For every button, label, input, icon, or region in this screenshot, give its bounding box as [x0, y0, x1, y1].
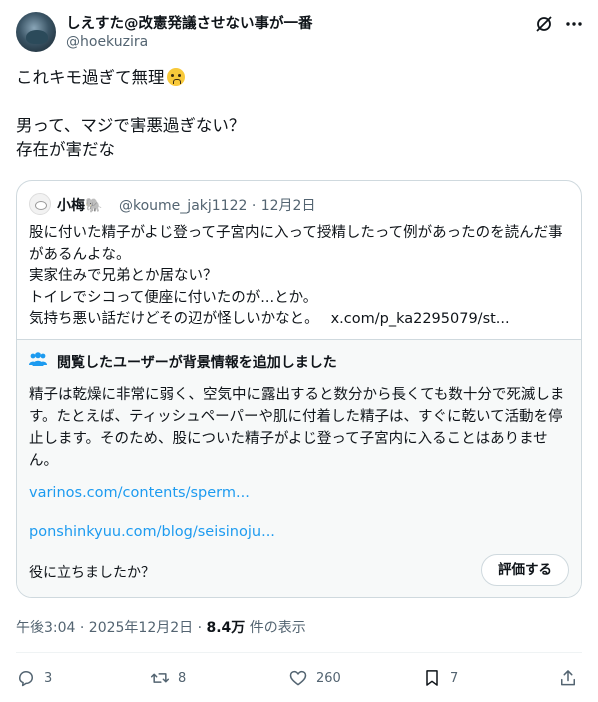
- post-line1: これキモ過ぎて無理: [16, 68, 165, 87]
- post-text: これキモ過ぎて無理 男って、マジで害悪過ぎない？ 存在が害だな: [16, 66, 582, 162]
- author-avatar[interactable]: [16, 12, 56, 52]
- helpful-question: 役に立ちましたか？: [29, 565, 155, 581]
- community-note: 閲覧したユーザーが背景情報を追加しました 精子は乾燥に非常に弱く、空気中に露出す…: [17, 339, 581, 597]
- community-note-source-link[interactable]: varinos.com/contents/sperm...: [29, 485, 250, 501]
- action-bar: 3 8 260 7: [16, 664, 582, 692]
- divider: [16, 652, 582, 653]
- anxious-face-emoji-icon: [166, 68, 185, 86]
- author-name[interactable]: しえすた@改憲発議させない事が一番: [66, 12, 313, 33]
- quote-line: 股に付いた精子がよじ登って子宮内に入って授精したって例があったのを読んだ事がある…: [29, 225, 563, 263]
- quoted-post[interactable]: 小梅🐘 @koume_jakj1122 · 12月2日 股に付いた精子がよじ登っ…: [16, 180, 582, 598]
- quote-author-name: 小梅🐘: [57, 198, 103, 214]
- people-icon: [29, 352, 47, 366]
- repost-count: 8: [178, 670, 187, 686]
- quote-line: 実家住みで兄弟とか居ない？: [29, 268, 218, 284]
- quote-line: トイレでシコって便座に付いたのが...とか。: [29, 289, 318, 306]
- community-note-text: 精子は乾燥に非常に弱く、空気中に露出すると数分から長くても数十分で死滅します。た…: [29, 387, 565, 469]
- share-icon: [561, 670, 575, 686]
- quote-text: 股に付いた精子がよじ登って子宮内に入って授精したって例があったのを読んだ事がある…: [29, 223, 569, 331]
- grok-icon[interactable]: [534, 14, 554, 34]
- author-handle[interactable]: @hoekuzira: [66, 34, 148, 50]
- community-note-title: 閲覧したユーザーが背景情報を追加しました: [57, 355, 337, 371]
- view-count-label: 件の表示: [245, 620, 306, 636]
- quote-link[interactable]: x.com/p_ka2295079/st...: [331, 311, 510, 327]
- reply-count: 3: [44, 670, 53, 686]
- reply-button[interactable]: 3: [16, 664, 52, 692]
- share-button[interactable]: [558, 664, 586, 692]
- reply-icon: [19, 671, 33, 687]
- quote-header: 小梅🐘 @koume_jakj1122 · 12月2日: [29, 193, 569, 215]
- like-button[interactable]: 260: [288, 664, 341, 692]
- community-note-source-link[interactable]: ponshinkyuu.com/blog/seisinoju...: [29, 524, 275, 540]
- quote-avatar: [29, 193, 51, 215]
- like-icon: [289, 670, 307, 686]
- post-header: しえすた@改憲発議させない事が一番 @hoekuzira: [16, 10, 584, 54]
- post-time[interactable]: 午後3:04 · 2025年12月2日 ·: [16, 620, 207, 636]
- bookmark-button[interactable]: 7: [422, 664, 458, 692]
- post-timestamp: 午後3:04 · 2025年12月2日 · 8.4万 件の表示: [16, 617, 306, 637]
- rate-button[interactable]: 評価する: [481, 554, 569, 586]
- more-icon[interactable]: [564, 14, 584, 34]
- quote-author-meta: @koume_jakj1122 · 12月2日: [119, 198, 316, 214]
- quote-line: 気持ち悪い話だけどその辺が怪しいかなと。: [29, 311, 319, 327]
- repost-icon: [150, 673, 170, 683]
- repost-button[interactable]: 8: [150, 664, 186, 692]
- view-count: 8.4万: [206, 620, 246, 636]
- bookmark-icon: [426, 670, 438, 686]
- like-count: 260: [316, 670, 341, 686]
- quote-line-with-link: 気持ち悪い話だけどその辺が怪しいかなと。 x.com/p_ka2295079/st…: [29, 309, 569, 331]
- post-body: 男って、マジで害悪過ぎない？ 存在が害だな: [16, 116, 246, 159]
- bookmark-count: 7: [450, 670, 459, 686]
